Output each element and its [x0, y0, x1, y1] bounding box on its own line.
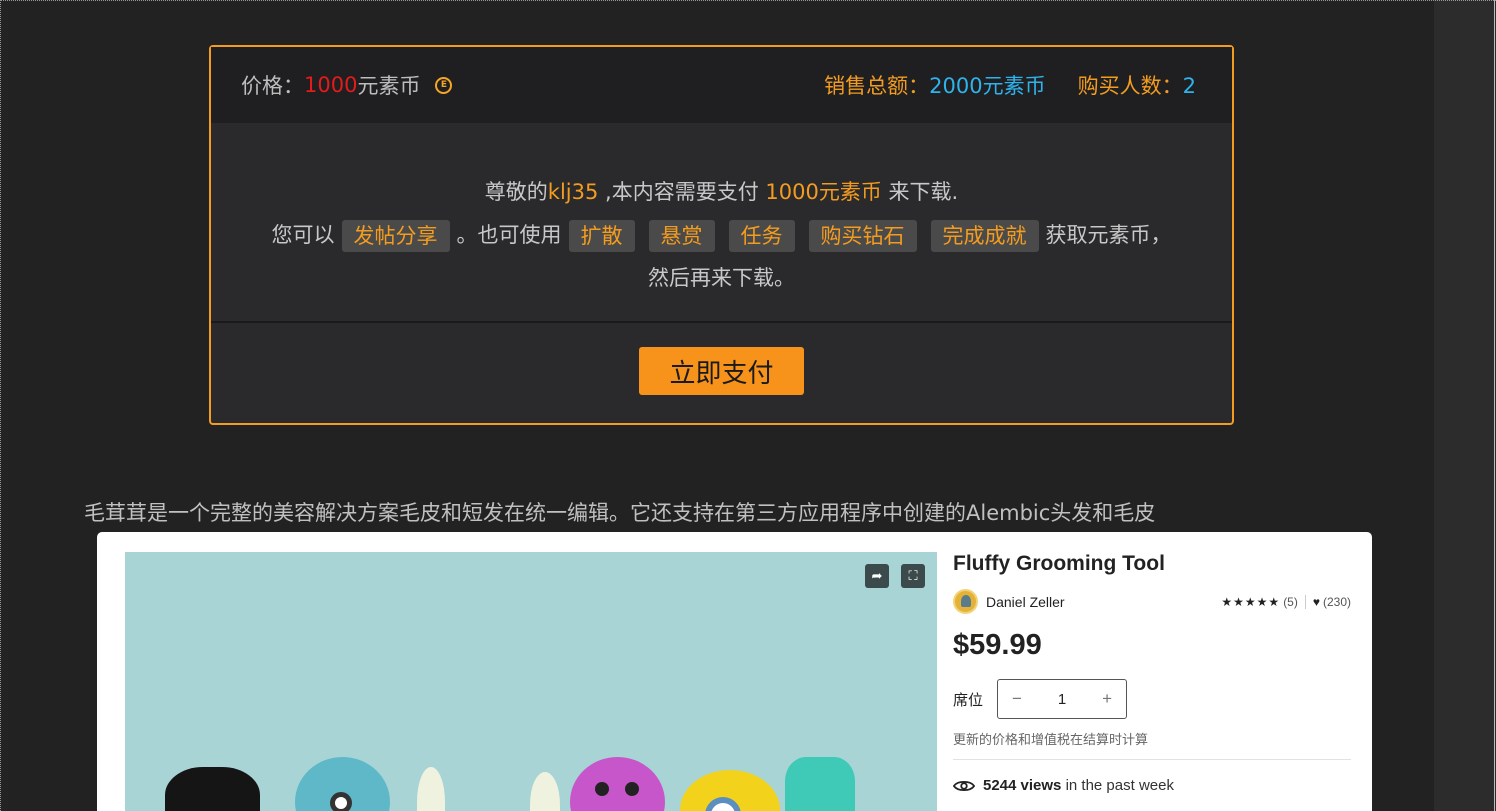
task-button[interactable]: 任务: [728, 219, 795, 252]
fur-figure-black: [165, 767, 260, 811]
heart-icon[interactable]: ♥: [1313, 595, 1320, 609]
sales-stats: 销售总额：2000元素币 购买人数：2: [824, 70, 1196, 100]
message-line-3: 然后再来下载。: [648, 266, 795, 290]
tax-note: 更新的价格和增值税在结算时计算: [953, 732, 1149, 747]
increment-button[interactable]: +: [1102, 689, 1112, 709]
swirl-figure: [417, 767, 445, 811]
figure-eye: [330, 792, 352, 811]
greeting-prefix: 尊敬的: [484, 180, 548, 204]
fur-figure-pink: [570, 757, 665, 811]
author-name[interactable]: Daniel Zeller: [986, 594, 1065, 610]
views-count: 5244 views: [983, 777, 1062, 794]
paywall-box: 价格： 1000 元素币 E 销售总额：2000元素币 购买人数：2 尊敬的kl…: [209, 45, 1234, 425]
rating[interactable]: ★★★★★ (5) ♥ (230): [1221, 594, 1351, 609]
achievement-button[interactable]: 完成成就: [930, 219, 1039, 252]
quantity-stepper[interactable]: − 1 +: [997, 679, 1128, 719]
scrollbar-track[interactable]: [1494, 0, 1495, 811]
bounty-button[interactable]: 悬赏: [648, 219, 715, 252]
product-price: $59.99: [953, 629, 1042, 661]
coin-icon: E: [435, 76, 453, 94]
greeting-mid: ,本内容需要支付: [598, 180, 766, 204]
rating-count: (5): [1283, 594, 1298, 609]
product-title: Fluffy Grooming Tool: [953, 552, 1165, 575]
divider: [953, 759, 1351, 760]
like-count: (230): [1322, 594, 1351, 609]
options-suffix: 获取元素币，: [1045, 223, 1172, 247]
decrement-button[interactable]: −: [1012, 689, 1022, 709]
seat-label: 席位: [953, 691, 984, 709]
buyer-count: 购买人数：2: [1078, 70, 1196, 100]
eye-icon: [953, 780, 975, 791]
fullscreen-icon[interactable]: ⛶: [901, 564, 925, 588]
figure-eye-2: [595, 782, 609, 796]
views-row: 5244 views in the past week: [953, 777, 1351, 794]
quantity-value[interactable]: 1: [1058, 691, 1066, 708]
price-value: 1000: [304, 73, 358, 97]
paywall-header: 价格： 1000 元素币 E 销售总额：2000元素币 购买人数：2: [211, 47, 1232, 123]
product-preview-image[interactable]: ➦ ⛶: [125, 552, 937, 811]
options-mid: 。也可使用: [456, 223, 562, 247]
buy-diamond-button[interactable]: 购买钻石: [808, 219, 917, 252]
price-label: 价格：: [241, 74, 304, 98]
star-rating-icon: ★★★★★: [1221, 594, 1281, 609]
pay-now-button[interactable]: 立即支付: [639, 347, 804, 395]
avatar[interactable]: [953, 589, 978, 614]
swirl-figure-2: [530, 772, 560, 811]
username: klj35: [547, 180, 599, 204]
share-icon[interactable]: ➦: [865, 564, 889, 588]
paywall-footer: 立即支付: [211, 323, 1232, 423]
message-line-2: 您可以 发帖分享 。也可使用 扩散 悬赏 任务 购买钻石 完成成就 获取元素币，: [211, 214, 1232, 257]
product-card: ➦ ⛶ Fluffy Grooming Tool Daniel Zeller ★…: [97, 532, 1372, 811]
greeting-suffix: 来下载.: [881, 180, 959, 204]
spread-button[interactable]: 扩散: [568, 219, 635, 252]
views-text: 5244 views in the past week: [983, 777, 1174, 794]
sales-total: 销售总额：2000元素币: [824, 70, 1045, 100]
divider: [1304, 594, 1306, 609]
required-amount: 1000元素币: [765, 180, 882, 204]
product-description: 毛茸茸是一个完整的美容解决方案毛皮和短发在统一编辑。它还支持在第三方应用程序中创…: [84, 501, 1156, 525]
figure-eye-3: [625, 782, 639, 796]
views-suffix: in the past week: [1061, 777, 1174, 794]
author-row: Daniel Zeller ★★★★★ (5) ♥ (230): [953, 589, 1351, 614]
right-gutter: [1434, 0, 1496, 811]
buyer-count-label: 购买人数：: [1077, 74, 1183, 98]
options-prefix: 您可以: [271, 223, 335, 247]
product-info: Fluffy Grooming Tool Daniel Zeller ★★★★★…: [953, 552, 1351, 794]
buyer-count-value: 2: [1182, 74, 1196, 98]
seat-row: 席位 − 1 +: [953, 679, 1351, 719]
paywall-message: 尊敬的klj35 ,本内容需要支付 1000元素币 来下载. 您可以 发帖分享 …: [211, 123, 1232, 323]
price-unit: 元素币: [357, 74, 421, 98]
sales-total-label: 销售总额：: [824, 74, 930, 98]
price-info: 价格： 1000 元素币 E: [241, 70, 453, 100]
sales-total-value: 2000元素币: [929, 74, 1046, 98]
author[interactable]: Daniel Zeller: [953, 589, 1065, 614]
message-line-1: 尊敬的klj35 ,本内容需要支付 1000元素币 来下载.: [211, 171, 1232, 214]
share-post-button[interactable]: 发帖分享: [341, 219, 450, 252]
fur-figure-green: [785, 757, 855, 811]
